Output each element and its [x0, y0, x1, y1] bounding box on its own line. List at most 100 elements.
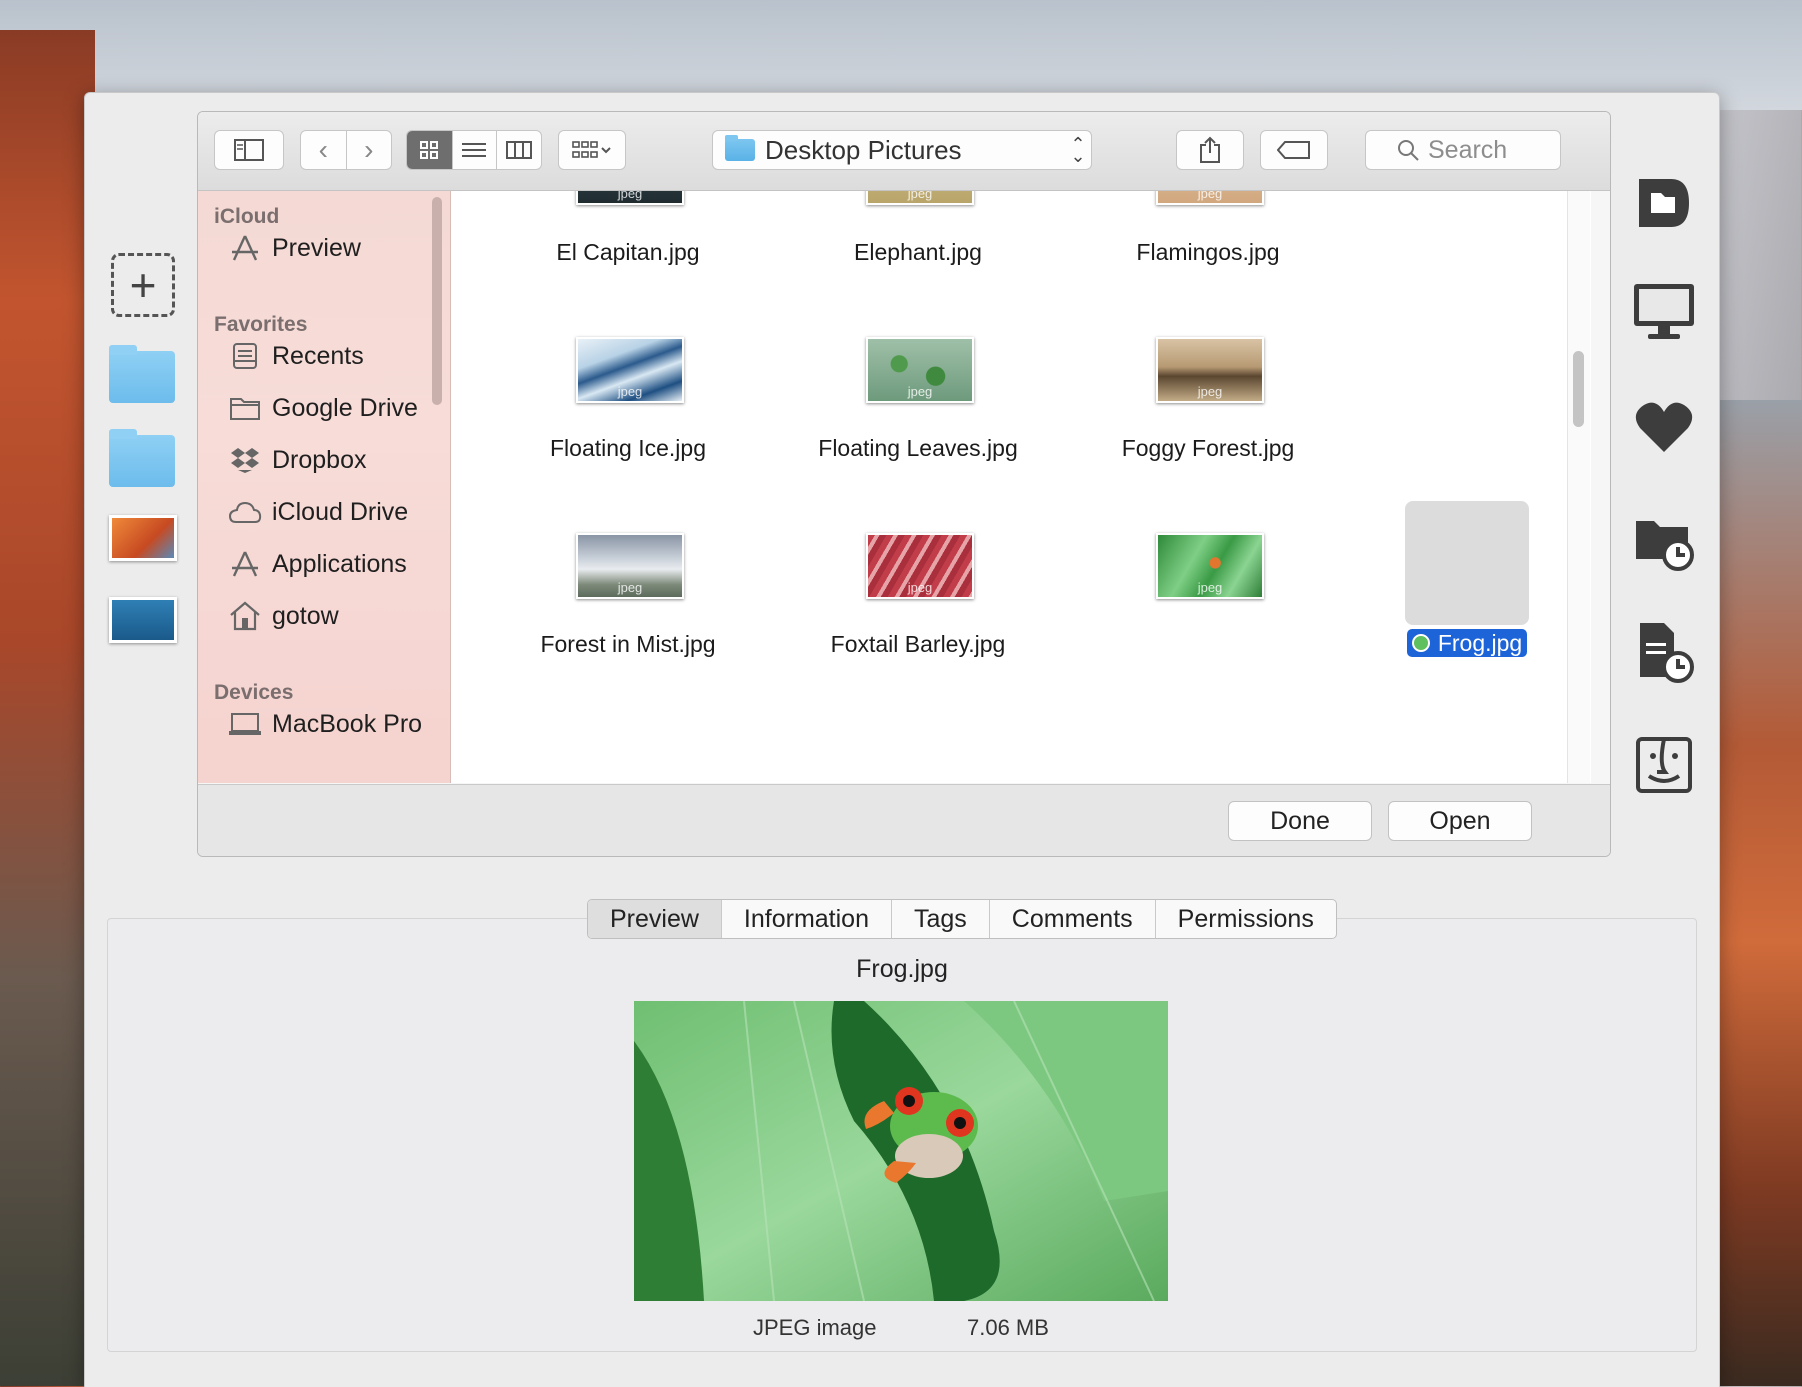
selection-highlight [1405, 501, 1529, 625]
green-tag-icon [1411, 634, 1430, 652]
sidebar-scrollbar[interactable] [432, 197, 442, 405]
recent-folders-icon[interactable] [1619, 501, 1709, 581]
file-thumbnail: jpeg [1156, 337, 1264, 403]
group-by-button[interactable] [558, 130, 626, 170]
list-icon [462, 143, 487, 157]
image-thumbnail-icon[interactable] [109, 515, 177, 561]
tags-button[interactable] [1260, 130, 1328, 170]
file-grid-scrollbar[interactable] [1573, 351, 1584, 427]
file-thumbnail: jpeg [866, 191, 974, 205]
sidebar-item-label: Google Drive [272, 393, 418, 422]
inspector-tabs: Preview Information Tags Comments Permis… [587, 899, 1337, 939]
search-icon [1398, 140, 1419, 161]
path-label: Desktop Pictures [765, 134, 962, 165]
up-down-chevron-icon: ⌃ ⌄ [1070, 134, 1086, 166]
favorites-heart-icon[interactable] [1619, 387, 1709, 467]
finder-icon[interactable] [1619, 725, 1709, 805]
forward-button[interactable]: › [347, 131, 392, 169]
applications-icon [228, 549, 262, 579]
done-button[interactable]: Done [1228, 801, 1372, 841]
tab-permissions[interactable]: Permissions [1156, 900, 1336, 938]
arrange-icon [572, 141, 611, 158]
file-thumbnail: jpeg [1156, 191, 1264, 205]
sidebar-toggle-button[interactable] [214, 130, 284, 170]
file-name: Floating Leaves.jpg [818, 435, 1018, 461]
thumb-label: jpeg [907, 580, 933, 595]
file-thumbnail: jpeg [576, 337, 684, 403]
sidebar-item-icloud-drive[interactable]: iCloud Drive [228, 495, 408, 529]
selected-file-name[interactable]: Frog.jpg [1407, 629, 1527, 657]
folder-icon[interactable] [109, 429, 175, 487]
thumb-label: jpeg [1197, 384, 1223, 399]
sidebar-item-google-drive[interactable]: Google Drive [228, 391, 418, 425]
sidebar-item-label: Recents [272, 341, 364, 370]
dropbox-icon [228, 445, 262, 475]
grid-icon [420, 141, 439, 159]
file-thumbnail: jpeg [576, 533, 684, 599]
file-name: Foggy Forest.jpg [1121, 435, 1295, 461]
thumb-label: jpeg [1197, 580, 1223, 595]
file-name: El Capitan.jpg [556, 239, 700, 265]
view-mode-control [406, 130, 542, 170]
sidebar-item-label: MacBook Pro [272, 709, 423, 738]
folder-icon [725, 135, 755, 161]
file-thumbnail: jpeg [866, 337, 974, 403]
preview-image [634, 1001, 1168, 1301]
tag-icon [1277, 141, 1310, 159]
sidebar-item-label: gotow [272, 601, 339, 630]
tab-comments[interactable]: Comments [990, 900, 1156, 938]
column-view-button[interactable] [497, 131, 541, 169]
thumb-label: jpeg [617, 580, 643, 595]
cloud-icon [228, 497, 262, 527]
sidebar-item-applications[interactable]: Applications [228, 547, 407, 581]
sidebar-item-gotow[interactable]: gotow [228, 599, 339, 633]
chevron-right-icon: › [364, 134, 374, 165]
sidebar-item-dropbox[interactable]: Dropbox [228, 443, 367, 477]
document-icon[interactable] [1619, 163, 1709, 243]
path-popup[interactable]: Desktop Pictures ⌃ ⌄ [712, 130, 1092, 170]
add-location-button[interactable]: + [111, 253, 175, 317]
thumb-label: jpeg [1197, 191, 1223, 201]
desktop-icon[interactable] [1619, 273, 1709, 353]
file-name: Flamingos.jpg [1136, 239, 1280, 265]
navigation-buttons: ‹ › [300, 130, 392, 170]
search-field[interactable]: Search [1365, 130, 1561, 170]
open-button[interactable]: Open [1388, 801, 1532, 841]
file-thumbnail: jpeg [1156, 533, 1264, 599]
preview-file-name: Frog.jpg [856, 955, 948, 983]
file-name: Forest in Mist.jpg [540, 631, 716, 657]
tab-preview[interactable]: Preview [588, 900, 722, 938]
tab-information[interactable]: Information [722, 900, 892, 938]
share-button[interactable] [1176, 130, 1244, 170]
preview-kind: JPEG image [753, 1315, 877, 1340]
tab-tags[interactable]: Tags [892, 900, 990, 938]
laptop-icon [228, 709, 262, 739]
recents-icon [228, 341, 262, 371]
thumb-label: jpeg [907, 191, 933, 201]
preview-size: 7.06 MB [967, 1315, 1049, 1340]
list-view-button[interactable] [453, 131, 498, 169]
image-thumbnail-icon[interactable] [109, 597, 177, 643]
sidebar-item-label: Dropbox [272, 445, 367, 474]
icon-view-button[interactable] [407, 131, 453, 169]
sidebar-item-macbook-pro[interactable]: MacBook Pro [228, 707, 422, 741]
plus-icon: + [129, 259, 157, 311]
file-name: Frog.jpg [1437, 629, 1523, 656]
scroll-track [1567, 191, 1590, 783]
sidebar-item-preview[interactable]: Preview [228, 231, 361, 265]
back-button[interactable]: ‹ [301, 131, 347, 169]
sidebar-icon [234, 139, 264, 161]
desktop-wallpaper-left [0, 30, 95, 1386]
recent-documents-icon[interactable] [1619, 613, 1709, 693]
columns-icon [506, 141, 533, 159]
thumb-label: jpeg [617, 191, 643, 201]
file-name: Elephant.jpg [854, 239, 982, 265]
sidebar-section-icloud: iCloud [214, 205, 280, 228]
home-icon [228, 601, 262, 631]
toolbar: ‹ › Desktop Pictures ⌃ ⌄ Search [198, 112, 1610, 191]
file-grid: jpeg El Capitan.jpg jpeg Elephant.jpg jp… [451, 191, 1591, 783]
folder-icon[interactable] [109, 345, 175, 403]
chevron-left-icon: ‹ [318, 134, 328, 165]
app-window: + ‹ › Desktop Pictures ⌃ ⌄ Search iCloud… [84, 92, 1720, 1387]
sidebar-item-recents[interactable]: Recents [228, 339, 364, 373]
